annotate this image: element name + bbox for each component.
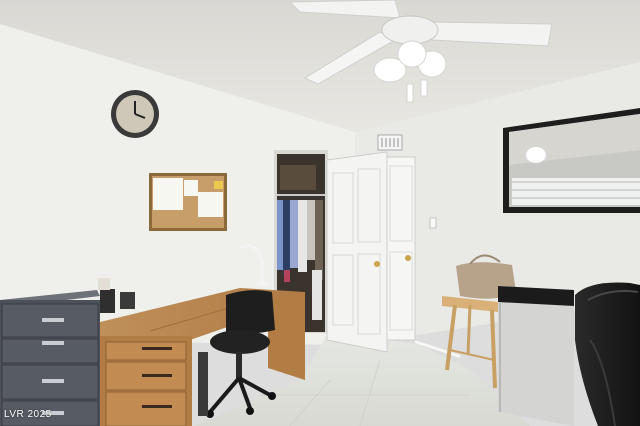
mini-fridge bbox=[498, 286, 574, 426]
pen-holder bbox=[100, 289, 115, 313]
watermark-text: LVR 2025 bbox=[4, 409, 52, 420]
black-leather-chair bbox=[575, 282, 640, 426]
room-scene bbox=[0, 0, 640, 426]
bedroom-office-photo: LVR 2025 bbox=[0, 0, 640, 426]
wall-clock bbox=[111, 90, 159, 138]
trash-bin bbox=[198, 352, 208, 416]
note-card bbox=[98, 278, 110, 290]
open-bedroom-door bbox=[326, 151, 388, 353]
desk-caddy bbox=[120, 292, 135, 309]
cork-bulletin-board bbox=[149, 173, 227, 231]
gray-drawer-cabinet bbox=[0, 290, 100, 426]
closed-closet-door bbox=[386, 156, 416, 341]
light-switch bbox=[429, 217, 437, 229]
